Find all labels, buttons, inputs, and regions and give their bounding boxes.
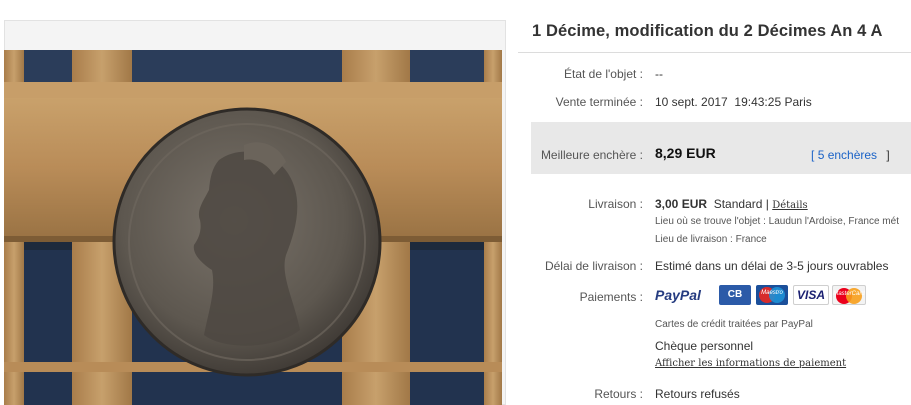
- bid-price: 8,29 EUR: [655, 145, 716, 161]
- payment-info-link[interactable]: Afficher les informations de paiement: [655, 358, 846, 369]
- title-divider: [518, 52, 911, 53]
- mastercard-logo: MasterCard: [832, 285, 866, 305]
- paypal-note: Cartes de crédit traitées par PayPal: [655, 319, 813, 330]
- item-location: Lieu où se trouve l'objet : Laudun l'Ard…: [655, 216, 899, 227]
- paypal-logo: PayPal: [655, 285, 711, 305]
- bids-link[interactable]: 5 enchères: [818, 148, 877, 162]
- shipping-separator: |: [765, 197, 769, 211]
- shipping-cost: 3,00 EUR: [655, 197, 708, 211]
- ended-time: 19:43:25 Paris: [734, 95, 812, 109]
- shipping-line: 3,00 EUR Standard | Détails: [655, 197, 808, 211]
- maestro-logo: Maestro: [756, 285, 788, 305]
- condition-label: État de l'objet :: [563, 67, 643, 81]
- ship-to-value: France: [735, 234, 767, 245]
- delivery-label: Délai de livraison :: [544, 259, 643, 273]
- item-photo[interactable]: [4, 50, 502, 405]
- visa-logo: VISA: [793, 285, 829, 305]
- ended-label: Vente terminée :: [555, 95, 643, 109]
- item-location-label: Lieu où se trouve l'objet :: [655, 216, 766, 227]
- shipping-method: Standard: [713, 197, 763, 211]
- bids-count: [ 5 enchères ]: [811, 148, 890, 162]
- payments-label: Paiements :: [579, 290, 643, 304]
- condition-value: --: [655, 67, 663, 81]
- ship-to: Lieu de livraison : France: [655, 234, 767, 245]
- ended-value: 10 sept. 2017 19:43:25 Paris: [655, 95, 812, 109]
- maestro-logo-text: Maestro: [761, 290, 783, 296]
- visa-logo-text: VISA: [796, 288, 825, 302]
- shipping-details-link[interactable]: Détails: [772, 200, 807, 211]
- mastercard-logo-text: MasterCard: [833, 291, 865, 297]
- paypal-logo-text: PayPal: [655, 287, 701, 303]
- coin-photo: [4, 50, 502, 405]
- shipping-label: Livraison :: [588, 197, 643, 211]
- carte-bleue-logo-text: CB: [727, 289, 743, 300]
- returns-label: Retours :: [594, 387, 643, 401]
- item-location-value: Laudun l'Ardoise, France mét: [768, 216, 899, 227]
- returns-value: Retours refusés: [655, 387, 740, 401]
- delivery-value: Estimé dans un délai de 3-5 jours ouvrab…: [655, 259, 889, 273]
- bids-bracket-open: [: [811, 148, 815, 162]
- bids-bracket-close: ]: [886, 148, 890, 162]
- ship-to-label: Lieu de livraison :: [655, 234, 733, 245]
- carte-bleue-logo: CB: [719, 285, 751, 305]
- cheque-option: Chèque personnel: [655, 339, 754, 353]
- bid-label: Meilleure enchère :: [540, 148, 643, 162]
- listing-title: 1 Décime, modification du 2 Décimes An 4…: [532, 22, 883, 40]
- ended-date: 10 sept. 2017: [655, 95, 728, 109]
